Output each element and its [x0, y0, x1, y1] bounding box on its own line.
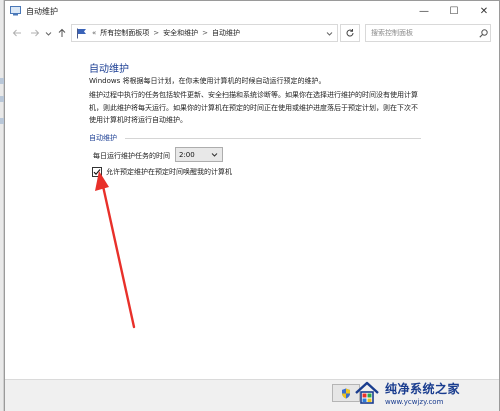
breadcrumb-separator[interactable]: > — [202, 29, 208, 37]
breadcrumb-security-maintenance[interactable]: 安全和维护 — [163, 28, 198, 38]
search-box[interactable]: 搜索控制面板 — [365, 24, 491, 42]
arrow-right-icon — [31, 29, 40, 37]
control-panel-icon — [10, 6, 21, 16]
maintenance-time-label: 每日运行维护任务的时间 — [93, 152, 170, 160]
description-text: 维护过程中执行的任务包括软件更新、安全扫描和系统诊断等。如果你在选择进行维护的时… — [89, 89, 424, 127]
section-divider — [125, 138, 421, 139]
maintenance-time-select[interactable]: 2:00 — [175, 147, 223, 162]
flag-icon — [77, 28, 86, 38]
back-button[interactable] — [10, 26, 24, 40]
maximize-button[interactable]: ☐ — [439, 1, 469, 21]
arrow-up-icon — [58, 28, 66, 37]
close-button[interactable]: ✕ — [469, 1, 499, 21]
address-history-button[interactable] — [323, 27, 335, 39]
wake-computer-label: 允许预定维护在预定时间唤醒我的计算机 — [106, 168, 232, 176]
description-line: 使用计算机时将运行自动维护。 — [89, 116, 187, 124]
refresh-icon — [346, 29, 354, 37]
chevron-down-icon — [45, 31, 51, 36]
watermark-logo-icon — [355, 381, 379, 404]
overflow-chevron[interactable]: « — [92, 29, 96, 37]
watermark-url: www.ycwjzy.com — [385, 398, 444, 406]
watermark-title: 纯净系统之家 — [385, 382, 461, 396]
page-title: 自动维护 — [89, 64, 129, 75]
intro-text: Windows 将根据每日计划，在你未使用计算机的时候自动运行预定的维护。 — [89, 77, 326, 85]
checkmark-icon — [93, 169, 101, 176]
search-icon[interactable] — [476, 26, 490, 40]
forward-button[interactable] — [28, 26, 42, 40]
minimize-button[interactable]: — — [409, 1, 439, 21]
description-line: 维护过程中执行的任务包括软件更新、安全扫描和系统诊断等。如果你在选择进行维护的时… — [89, 91, 418, 99]
main-content: 自动维护 Windows 将根据每日计划，在你未使用计算机的时候自动运行预定的维… — [5, 45, 499, 379]
wake-computer-checkbox[interactable] — [92, 167, 102, 177]
arrow-left-icon — [12, 29, 21, 37]
chevron-down-icon — [326, 31, 332, 36]
window-title: 自动维护 — [26, 6, 58, 16]
watermark: 纯净系统之家 www.ycwjzy.com — [353, 375, 500, 411]
shield-icon — [342, 388, 350, 398]
navigation-bar: « 所有控制面板项 > 安全和维护 > 自动维护 搜索控制面板 — [5, 22, 499, 44]
recent-locations-button[interactable] — [43, 26, 53, 40]
breadcrumb-auto-maintenance[interactable]: 自动维护 — [212, 28, 240, 38]
breadcrumb-separator[interactable]: > — [153, 29, 159, 37]
description-line: 机，则此维护将每天运行。如果你的计算机在预定的时间正在使用或维护进度落后于预定计… — [89, 103, 418, 112]
refresh-button[interactable] — [340, 24, 360, 42]
breadcrumb-all-control-panel-items[interactable]: 所有控制面板项 — [100, 28, 149, 38]
wake-computer-option[interactable]: 允许预定维护在预定时间唤醒我的计算机 — [92, 167, 232, 177]
address-bar[interactable]: « 所有控制面板项 > 安全和维护 > 自动维护 — [71, 24, 338, 42]
control-panel-window: 自动维护 — ☐ ✕ « 所有控制面板项 > 安全和维护 > 自动维护 搜索控制… — [4, 0, 500, 411]
section-heading: 自动维护 — [89, 134, 117, 142]
up-button[interactable] — [55, 26, 69, 40]
chevron-down-icon — [211, 151, 218, 160]
title-bar: 自动维护 — ☐ ✕ — [5, 1, 499, 21]
search-input[interactable]: 搜索控制面板 — [371, 28, 476, 38]
maintenance-time-value: 2:00 — [179, 150, 195, 159]
